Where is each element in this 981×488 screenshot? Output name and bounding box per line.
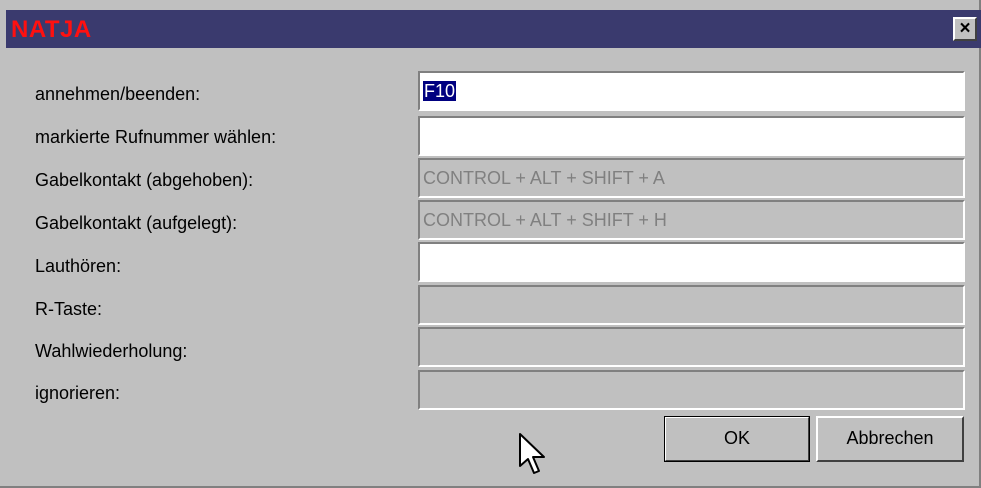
label-gabelkontakt-abgehoben: Gabelkontakt (abgehoben): [35,170,254,190]
cancel-button[interactable]: Abbrechen [816,416,964,462]
title-bar[interactable]: NATJA [6,10,981,48]
label-ignorieren: ignorieren: [35,383,121,403]
label-r-taste: R-Taste: [35,299,103,319]
label-wahlwiederholung: Wahlwiederholung: [35,341,188,361]
ignorieren-field [418,370,965,410]
gabelkontakt-abgehoben-field: CONTROL + ALT + SHIFT + A [418,158,965,198]
markierte-rufnummer-field[interactable] [418,116,965,156]
ok-button[interactable]: OK [664,416,810,462]
label-lauthoeren: Lauthören: [35,256,122,276]
mouse-pointer-icon [519,433,545,474]
selected-value: F10 [423,81,457,101]
label-markierte-rufnummer: markierte Rufnummer wählen: [35,127,277,147]
lauthoeren-field[interactable] [418,242,965,282]
annehmen-beenden-field[interactable]: F10 [418,71,965,111]
gabelkontakt-aufgelegt-field: CONTROL + ALT + SHIFT + H [418,200,965,240]
r-taste-field [418,285,965,325]
label-gabelkontakt-aufgelegt: Gabelkontakt (aufgelegt): [35,213,238,233]
close-button[interactable]: × [953,17,977,41]
wahlwiederholung-field [418,327,965,367]
label-annehmen-beenden: annehmen/beenden: [35,84,201,104]
hotkey-dialog: NATJA × annehmen/beenden: F10 markierte … [0,0,981,488]
window-title: NATJA [11,16,92,43]
